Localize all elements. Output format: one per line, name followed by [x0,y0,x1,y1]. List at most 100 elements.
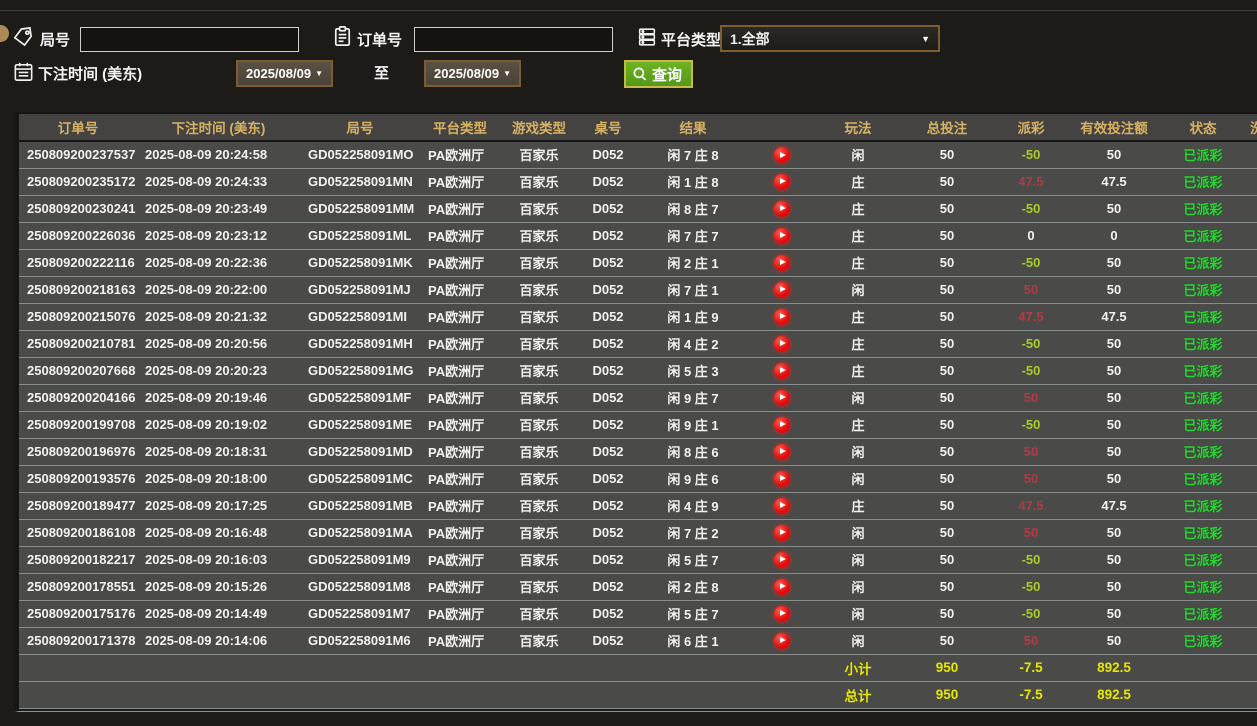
cell-order: 250809200196976 [19,438,137,466]
play-video-button[interactable] [774,173,790,190]
table-row: 250809200210781 2025-08-09 20:20:56 GD0522… [19,330,1257,358]
cell-order: 250809200204166 [19,384,137,412]
cell-tableNo: D052 [578,303,638,331]
cell-result: 闲 4 庄 9 [638,492,748,520]
play-video-button[interactable] [774,416,790,433]
cell-order: 250809200235172 [19,168,137,196]
bet-time-label: 下注时间 (美东) [38,66,143,83]
cell-round: GD052258091MB [300,492,420,520]
cell-order: 250809200207668 [19,357,137,385]
cell-platform: PA欧洲厅 [420,249,500,277]
cell-play [748,438,816,466]
date-to-picker[interactable]: 2025/08/09 ▼ [424,60,521,87]
cell-game: 百家乐 [500,276,578,304]
col-header-valid: 有效投注额 [1068,114,1160,142]
cell-time: 2025-08-09 20:20:56 [137,330,300,358]
round-number-input[interactable] [80,27,299,52]
play-video-button[interactable] [774,389,790,406]
play-video-button[interactable] [774,308,790,325]
cell-extra [1246,303,1257,331]
cell-round: GD052258091ME [300,411,420,439]
cell-result: 闲 2 庄 1 [638,249,748,277]
cell-tableNo: D052 [578,465,638,493]
cell-time: 2025-08-09 20:23:12 [137,222,300,250]
cell-status: 已派彩 [1160,141,1246,169]
play-video-button[interactable] [774,605,790,622]
cell-status: 已派彩 [1160,384,1246,412]
play-video-button[interactable] [774,147,790,164]
cell-total: 50 [900,303,994,331]
table-row: 250809200196976 2025-08-09 20:18:31 GD0522… [19,438,1257,466]
cell-tableNo: D052 [578,600,638,628]
cell-tableNo: D052 [578,168,638,196]
cell-platform: PA欧洲厅 [420,195,500,223]
cell-round: GD052258091MO [300,141,420,169]
play-video-button[interactable] [774,578,790,595]
play-video-button[interactable] [774,524,790,541]
cell-extra [1246,573,1257,601]
cell-play [748,600,816,628]
cell-status: 已派彩 [1160,249,1246,277]
platform-type-select[interactable]: 1.全部 ▼ [720,25,940,52]
subtotal-row: 小计 950 -7.5 892.5 [19,654,1257,682]
cell-status: 已派彩 [1160,519,1246,547]
play-video-button[interactable] [774,551,790,568]
cell-valid: 50 [1068,519,1160,547]
cell-bet: 庄 [816,357,900,385]
play-video-button[interactable] [774,443,790,460]
play-video-button[interactable] [774,632,790,649]
play-video-button[interactable] [774,254,790,271]
play-video-button[interactable] [774,497,790,514]
cell-bet: 闲 [816,141,900,169]
cell-tableNo: D052 [578,384,638,412]
cell-order: 250809200215076 [19,303,137,331]
query-button[interactable]: 查询 [624,60,694,88]
cell-result: 闲 1 庄 8 [638,168,748,196]
play-video-button[interactable] [774,281,790,298]
cell-tableNo: D052 [578,249,638,277]
cell-result: 闲 7 庄 7 [638,222,748,250]
cell-valid: 50 [1068,276,1160,304]
cell-play [748,411,816,439]
date-from-picker[interactable]: 2025/08/09 ▼ [236,60,333,87]
play-video-button[interactable] [774,362,790,379]
cell-round: GD052258091MF [300,384,420,412]
cell-tableNo: D052 [578,573,638,601]
cell-bet: 庄 [816,492,900,520]
cell-result: 闲 5 庄 3 [638,357,748,385]
cell-valid: 0 [1068,222,1160,250]
cell-game: 百家乐 [500,141,578,169]
cell-time: 2025-08-09 20:24:58 [137,141,300,169]
col-header-result: 结果 [638,114,748,142]
cell-game: 百家乐 [500,519,578,547]
cell-total: 50 [900,195,994,223]
order-number-input[interactable] [414,27,613,52]
cell-total: 50 [900,384,994,412]
play-video-button[interactable] [774,335,790,352]
cell-payout: -50 [994,411,1068,439]
play-video-button[interactable] [774,200,790,217]
cell-extra [1246,411,1257,439]
cell-tableNo: D052 [578,276,638,304]
cell-result: 闲 7 庄 8 [638,141,748,169]
cell-total: 50 [900,357,994,385]
date-from-value: 2025/08/09 [246,66,312,81]
col-header-play [748,114,816,142]
cell-payout: -50 [994,195,1068,223]
cell-bet: 闲 [816,384,900,412]
play-video-button[interactable] [774,470,790,487]
cell-platform: PA欧洲厅 [420,411,500,439]
cell-extra [1246,519,1257,547]
cell-extra [1246,627,1257,655]
cell-round: GD052258091MH [300,330,420,358]
cell-order: 250809200210781 [19,330,137,358]
cell-time: 2025-08-09 20:21:32 [137,303,300,331]
table-header-row: 订单号 下注时间 (美东) 局号 平台类型 游戏类型 桌号 结果 玩法 总投注 … [19,114,1257,142]
cell-tableNo: D052 [578,627,638,655]
cell-round: GD052258091MC [300,465,420,493]
cell-play [748,195,816,223]
play-video-button[interactable] [774,227,790,244]
cell-time: 2025-08-09 20:23:49 [137,195,300,223]
cell-status: 已派彩 [1160,222,1246,250]
cell-payout: 50 [994,384,1068,412]
